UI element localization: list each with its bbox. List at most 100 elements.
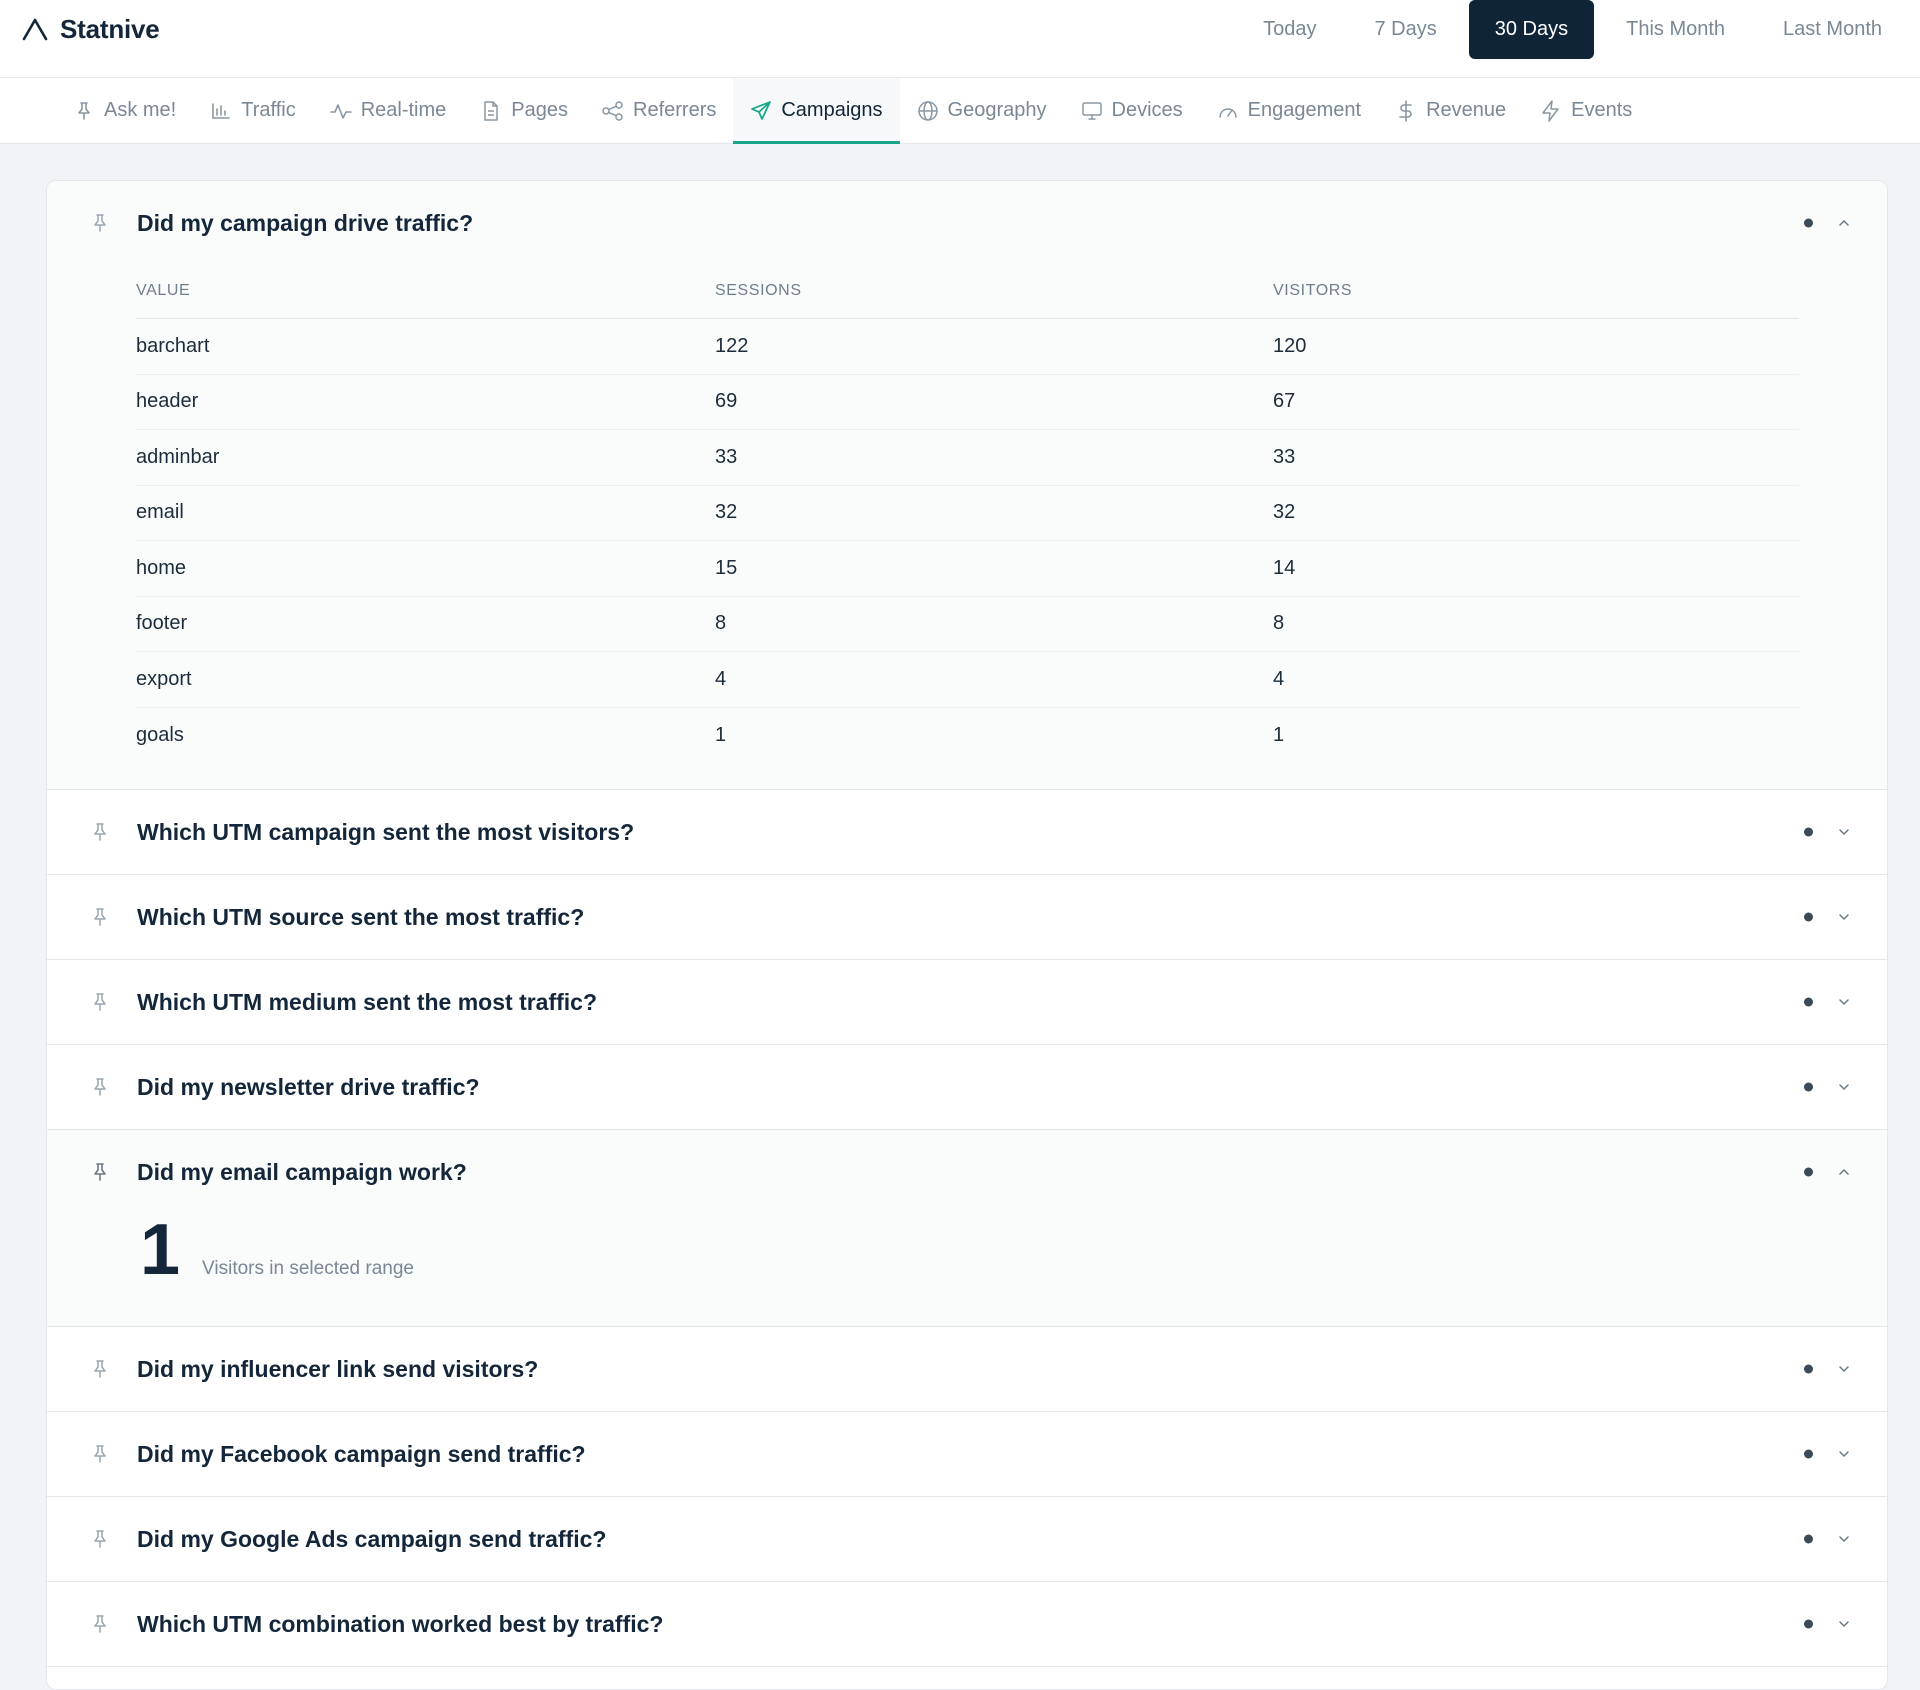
chevron-down-icon[interactable] [1837,910,1851,924]
tab-revenue[interactable]: Revenue [1378,78,1523,143]
cell-sessions: 32 [715,501,738,524]
cell-sessions: 8 [715,612,727,635]
tab-traffic[interactable]: Traffic [193,78,312,143]
pin-icon[interactable] [89,1160,111,1184]
range-30-days-button[interactable]: 30 Days [1468,0,1595,59]
pin-icon[interactable] [89,820,111,844]
column-header-visitors: VISITORS [1273,282,1353,299]
pin-icon[interactable] [89,1527,111,1551]
cell-sessions: 1 [715,723,727,746]
question-header[interactable]: Did my Facebook campaign send traffic? [47,1412,1887,1496]
cell-sessions: 15 [715,556,738,579]
monitor-icon [1081,100,1103,122]
questions-panel: Did my campaign drive traffic? VALUE SES… [46,180,1888,1690]
question-title: Which UTM source sent the most traffic? [137,903,585,930]
question-header[interactable]: Which UTM medium sent the most traffic? [47,960,1887,1044]
tab-events[interactable]: Events [1523,78,1649,143]
table-header: VALUE SESSIONS VISITORS [136,265,1799,319]
globe-icon [917,100,939,122]
chevron-down-icon[interactable] [1837,1362,1851,1376]
top-header: Statnive Today 7 Days 30 Days This Month… [0,0,1920,78]
cell-sessions: 33 [715,445,738,468]
tab-label: Engagement [1247,99,1362,121]
cell-value: export [136,667,192,690]
tab-referrers[interactable]: Referrers [585,78,733,143]
question-header[interactable]: Did my influencer link send visitors? [47,1327,1887,1411]
share-icon [602,100,624,122]
question-card: Which UTM medium sent the most traffic? [47,960,1887,1045]
question-title: Did my newsletter drive traffic? [137,1073,480,1100]
question-card: Which UTM campaign sent the most visitor… [47,790,1887,875]
status-dot-icon [1804,1534,1813,1544]
pin-icon[interactable] [89,905,111,929]
metric-block: 1 Visitors in selected range [47,1214,1887,1326]
question-card: Did my Facebook campaign send traffic? [47,1412,1887,1497]
status-dot-icon [1804,912,1813,922]
cell-visitors: 33 [1273,445,1296,468]
chevron-down-icon[interactable] [1837,1532,1851,1546]
pin-icon[interactable] [89,1075,111,1099]
question-title: Did my Google Ads campaign send traffic? [137,1525,607,1552]
question-header[interactable]: Which UTM source sent the most traffic? [47,875,1887,959]
pulse-icon [329,100,352,122]
cell-visitors: 8 [1273,612,1285,635]
column-header-sessions: SESSIONS [715,282,802,299]
status-dot-icon [1804,1449,1813,1459]
question-card: Which UTM combination worked best by tra… [47,1582,1887,1667]
chevron-down-icon[interactable] [1837,1617,1851,1631]
tab-pages[interactable]: Pages [463,78,585,143]
question-header[interactable]: Which UTM campaign sent the most visitor… [47,790,1887,874]
tab-campaigns[interactable]: Campaigns [733,78,900,144]
pin-icon[interactable] [89,990,111,1014]
tab-label: Pages [511,99,568,121]
question-title: Did my Facebook campaign send traffic? [137,1440,586,1467]
cell-value: adminbar [136,445,220,468]
question-header[interactable]: Did my email campaign work? [47,1130,1887,1214]
question-header[interactable]: Did my campaign drive traffic? [47,181,1887,265]
pin-icon[interactable] [89,1357,111,1381]
pin-icon [73,100,95,122]
table-row: adminbar 33 33 [136,430,1799,486]
question-header[interactable]: Did my Google Ads campaign send traffic? [47,1497,1887,1581]
cell-visitors: 120 [1273,334,1307,357]
brand[interactable]: Statnive [22,12,160,46]
question-header[interactable]: Which UTM combination worked best by tra… [47,1582,1887,1666]
status-dot-icon [1804,1619,1813,1629]
status-dot-icon [1804,218,1813,228]
metric-value: 1 [140,1210,181,1290]
table-row: barchart 122 120 [136,319,1799,375]
tab-geography[interactable]: Geography [900,78,1064,143]
chevron-up-icon[interactable] [1837,1165,1851,1179]
chevron-up-icon[interactable] [1837,216,1851,230]
tab-ask-me[interactable]: Ask me! [56,78,193,143]
chevron-down-icon[interactable] [1837,1080,1851,1094]
tab-label: Events [1571,99,1633,121]
range-today-button[interactable]: Today [1237,0,1342,59]
cell-sessions: 4 [715,667,727,690]
pin-icon[interactable] [89,211,111,235]
cell-visitors: 14 [1273,556,1296,579]
range-7-days-button[interactable]: 7 Days [1348,0,1462,59]
tab-label: Real-time [360,99,447,121]
question-card: Did my influencer link send visitors? [47,1327,1887,1412]
tab-engagement[interactable]: Engagement [1200,78,1378,143]
chevron-down-icon[interactable] [1837,825,1851,839]
tab-devices[interactable]: Devices [1064,78,1200,143]
table-row: home 15 14 [136,541,1799,597]
chevron-down-icon[interactable] [1837,1447,1851,1461]
range-this-month-button[interactable]: This Month [1600,0,1751,59]
pin-icon[interactable] [89,1442,111,1466]
gauge-icon [1217,100,1239,122]
range-last-month-button[interactable]: Last Month [1757,0,1908,59]
chevron-down-icon[interactable] [1837,995,1851,1009]
pin-icon[interactable] [89,1612,111,1636]
table-row: export 4 4 [136,652,1799,708]
tab-real-time[interactable]: Real-time [313,78,464,143]
table-row: header 69 67 [136,375,1799,430]
question-title: Did my influencer link send visitors? [137,1355,539,1382]
tab-label: Ask me! [104,99,177,121]
date-range-selector: Today 7 Days 30 Days This Month Last Mon… [1237,0,1920,59]
question-header[interactable]: Did my newsletter drive traffic? [47,1045,1887,1129]
question-card: Did my campaign drive traffic? VALUE SES… [47,181,1887,790]
question-title: Which UTM campaign sent the most visitor… [137,818,635,845]
